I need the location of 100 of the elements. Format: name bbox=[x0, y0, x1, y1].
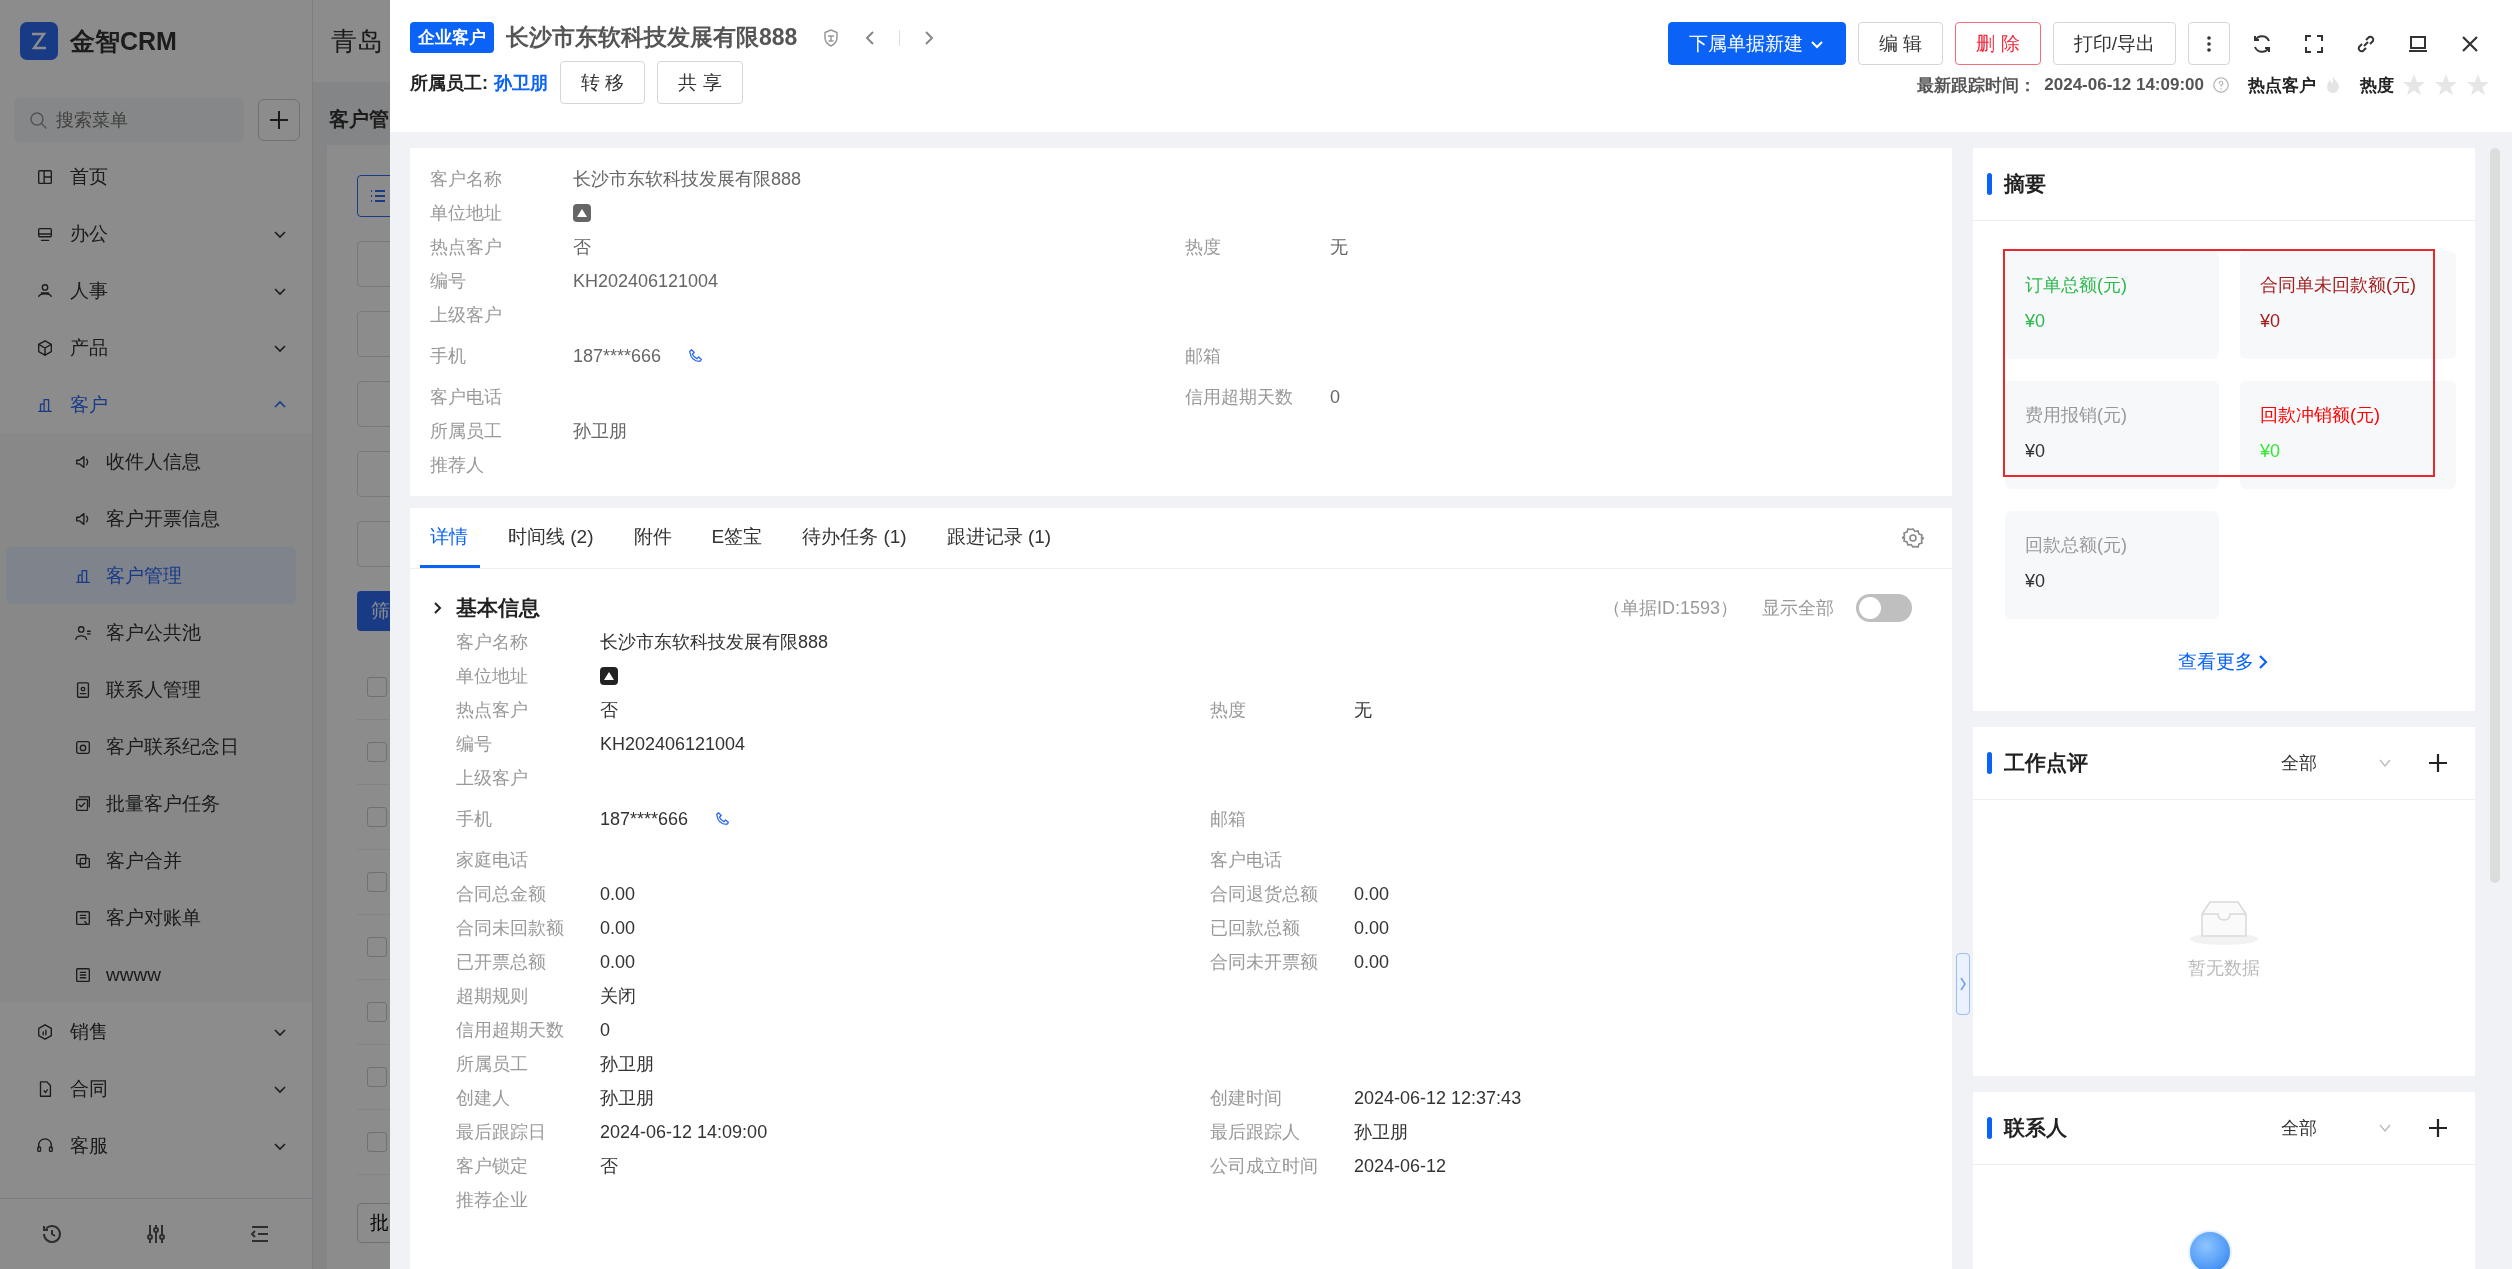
menu-item[interactable]: 人事 bbox=[0, 262, 312, 319]
customer-title: 长沙市东软科技发展有限888 bbox=[506, 23, 798, 52]
row-checkbox[interactable] bbox=[367, 872, 387, 892]
plus-icon bbox=[268, 109, 290, 131]
floating-action-button[interactable] bbox=[2188, 1230, 2232, 1269]
add-button[interactable] bbox=[258, 99, 300, 141]
field-value: 2024-06-12 bbox=[1354, 1155, 1447, 1177]
menu-item[interactable]: 客服 bbox=[0, 1117, 312, 1174]
field-label: 上级客户 bbox=[456, 767, 529, 790]
submenu-item[interactable]: 联系人管理 bbox=[6, 661, 296, 718]
field-label: 最后跟踪日 bbox=[456, 1121, 547, 1144]
field-label: 上级客户 bbox=[430, 304, 503, 327]
field-label: 已开票总额 bbox=[456, 951, 547, 974]
field-value: 187****666 bbox=[600, 808, 689, 830]
layout-icon bbox=[36, 167, 54, 186]
last-track-label: 最新跟踪时间： bbox=[1917, 74, 2037, 97]
tab[interactable]: E签宝 bbox=[701, 508, 775, 568]
action-button[interactable]: 编 辑 bbox=[1858, 22, 1944, 65]
submenu-item[interactable]: 批量客户任务 bbox=[6, 775, 296, 832]
field-value: 187****666 bbox=[573, 345, 662, 367]
field-label: 客户名称 bbox=[430, 168, 503, 191]
stat-value: ¥0 bbox=[2025, 571, 2047, 592]
submenu-item[interactable]: 客户管理 bbox=[6, 547, 296, 604]
field-value: 0.00 bbox=[1354, 951, 1390, 973]
field-value: 0.00 bbox=[600, 917, 636, 939]
card-title: 联系人 bbox=[2004, 1115, 2068, 1141]
filter-dropdown[interactable]: 全部 bbox=[2281, 751, 2393, 775]
submenu-item[interactable]: 客户开票信息 bbox=[6, 490, 296, 547]
field-value: KH202406121004 bbox=[573, 270, 719, 292]
collapse-handle[interactable] bbox=[1956, 953, 1970, 1015]
submenu-item[interactable]: 客户合并 bbox=[6, 832, 296, 889]
stat-value: ¥0 bbox=[2025, 441, 2047, 462]
owner-link[interactable]: 孙卫朋 bbox=[494, 70, 548, 95]
tab[interactable]: 附件 bbox=[623, 508, 684, 568]
field-label: 手机 bbox=[430, 345, 467, 368]
menu-item[interactable]: 销售 bbox=[0, 1003, 312, 1060]
row-checkbox[interactable] bbox=[367, 677, 387, 697]
menu-item[interactable]: 产品 bbox=[0, 319, 312, 376]
list-icon bbox=[74, 965, 92, 984]
owner-action-button[interactable]: 共 享 bbox=[657, 61, 743, 104]
field-value: 0 bbox=[600, 1019, 610, 1041]
field-value: 0.00 bbox=[600, 951, 636, 973]
submenu-item[interactable]: wwww bbox=[6, 946, 296, 1003]
field-label: 公司成立时间 bbox=[1210, 1155, 1319, 1178]
submenu-item[interactable]: 收件人信息 bbox=[6, 433, 296, 490]
row-checkbox[interactable] bbox=[367, 807, 387, 827]
location-icon[interactable] bbox=[600, 667, 618, 685]
document-id: （单据ID:1593） bbox=[1602, 597, 1738, 620]
field-value: 长沙市东软科技发展有限888 bbox=[600, 631, 829, 654]
submenu-item[interactable]: 客户对账单 bbox=[6, 889, 296, 946]
scrollbar[interactable] bbox=[2490, 148, 2500, 883]
stat-label: 订单总额(元) bbox=[2025, 274, 2128, 297]
row-checkbox[interactable] bbox=[367, 937, 387, 957]
tab[interactable]: 待办任务 (1) bbox=[792, 508, 919, 568]
menu-item[interactable]: 首页 bbox=[0, 148, 312, 205]
submenu-item[interactable]: 客户公共池 bbox=[6, 604, 296, 661]
field-label: 客户电话 bbox=[430, 386, 503, 409]
stat-value: ¥0 bbox=[2025, 311, 2047, 332]
menu-item[interactable]: 合同 bbox=[0, 1060, 312, 1117]
field-label: 合同未回款额 bbox=[456, 917, 565, 940]
title-marker bbox=[1987, 752, 1992, 774]
menu-item[interactable]: 办公 bbox=[0, 205, 312, 262]
row-checkbox[interactable] bbox=[367, 1002, 387, 1022]
field-value: 否 bbox=[600, 699, 618, 722]
tab[interactable]: 跟进记录 (1) bbox=[936, 508, 1064, 568]
filter-dropdown[interactable]: 全部 bbox=[2281, 1116, 2393, 1140]
field-label: 编号 bbox=[430, 270, 467, 293]
search-field[interactable]: 搜索菜单 bbox=[14, 98, 244, 142]
empty-text: 暂无数据 bbox=[2188, 957, 2260, 980]
card-title: 摘要 bbox=[2004, 171, 2047, 197]
view-more-link[interactable]: 查看更多 bbox=[1973, 619, 2475, 711]
field-label: 已回款总额 bbox=[1210, 917, 1301, 940]
action-button[interactable]: 下属单据新建 bbox=[1668, 22, 1847, 65]
row-checkbox[interactable] bbox=[367, 1067, 387, 1087]
owner-action-button[interactable]: 转 移 bbox=[560, 61, 646, 104]
field-label: 邮箱 bbox=[1210, 808, 1247, 831]
field-label: 创建人 bbox=[456, 1087, 511, 1110]
action-button[interactable]: 打印/导出 bbox=[2052, 22, 2176, 65]
field-value: 2024-06-12 14:09:00 bbox=[600, 1121, 768, 1143]
field-label: 热度 bbox=[1185, 236, 1222, 259]
show-all-label: 显示全部 bbox=[1762, 597, 1834, 620]
action-button[interactable]: 删 除 bbox=[1955, 22, 2041, 65]
field-value: 孙卫朋 bbox=[573, 420, 627, 443]
field-value: 否 bbox=[600, 1155, 618, 1178]
row-checkbox[interactable] bbox=[367, 1132, 387, 1152]
menu-item[interactable]: 客户 bbox=[0, 376, 312, 433]
app-name: 金智CRM bbox=[70, 25, 177, 57]
field-label: 热点客户 bbox=[430, 236, 503, 259]
submenu-item[interactable]: 客户联系纪念日 bbox=[6, 718, 296, 775]
show-all-toggle[interactable] bbox=[1856, 594, 1912, 622]
tab[interactable]: 详情 bbox=[420, 508, 480, 568]
stat-label: 回款总额(元) bbox=[2025, 534, 2128, 557]
owner-label: 所属员工: bbox=[410, 71, 488, 95]
field-label: 创建时间 bbox=[1210, 1087, 1283, 1110]
field-value: 否 bbox=[573, 236, 591, 259]
page-tab[interactable]: 客户管 bbox=[329, 108, 389, 130]
tab[interactable]: 时间线 (2) bbox=[498, 508, 606, 568]
company-title: 青岛 bbox=[331, 24, 383, 58]
row-checkbox[interactable] bbox=[367, 742, 387, 762]
hot-customer-label: 热点客户 bbox=[2248, 74, 2316, 97]
